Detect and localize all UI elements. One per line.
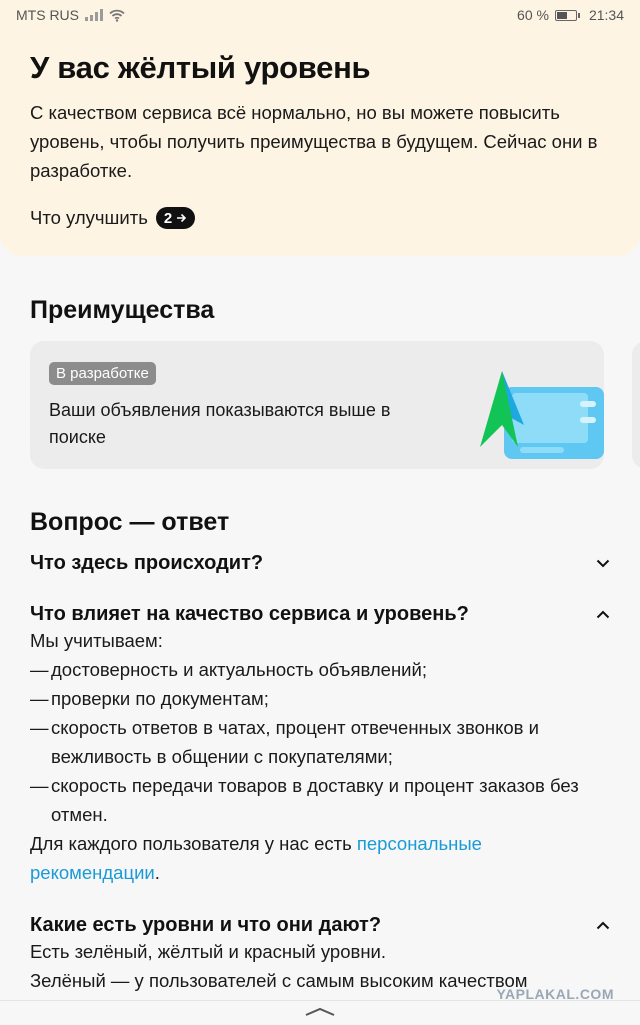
answer-intro: Мы учитываем: xyxy=(30,630,163,651)
benefit-card[interactable]: В разработке Ваши объявления показываютс… xyxy=(30,341,604,469)
next-benefit-card-peek[interactable] xyxy=(632,341,640,469)
faq-question-row[interactable]: Какие есть уровни и что они дают? xyxy=(30,914,610,937)
clock: 21:34 xyxy=(588,7,624,23)
benefits-title: Преимущества xyxy=(30,296,215,324)
benefit-text: Ваши объявления показываются выше в поис… xyxy=(49,400,391,447)
faq-question: Что здесь происходит? xyxy=(30,552,264,574)
faq-title: Вопрос — ответ xyxy=(30,508,230,536)
chevron-up-icon[interactable] xyxy=(596,610,610,619)
faq-question-row[interactable]: Что влияет на качество сервиса и уровень… xyxy=(30,603,610,626)
answer-point: — скорость ответов в чатах, процент отвеч… xyxy=(30,717,539,767)
answer-line: Есть зелёный, жёлтый и красный уровни. xyxy=(30,941,387,962)
battery-icon xyxy=(554,9,580,21)
wifi-icon xyxy=(109,9,125,22)
faq-item[interactable]: Что здесь происходит? xyxy=(30,552,610,575)
chevron-up-icon[interactable] xyxy=(596,921,610,930)
level-description: С качеством сервиса всё нормально, но вы… xyxy=(30,102,598,181)
improve-count-badge: 2 xyxy=(155,207,196,229)
arrow-right-icon xyxy=(177,213,187,223)
faq-answer: Мы учитываем: — достоверность и актуально… xyxy=(30,626,610,887)
search-boost-illustration xyxy=(480,371,604,459)
faq-item-expanded: Что влияет на качество сервиса и уровень… xyxy=(30,603,610,887)
improve-label: Что улучшить xyxy=(30,207,148,228)
navigation-bar xyxy=(0,1000,640,1025)
status-bar: MTS RUS 60 % 21:34 xyxy=(0,0,640,30)
chevron-down-icon[interactable] xyxy=(596,559,610,568)
answer-point: — достоверность и актуальность объявлений… xyxy=(30,659,427,680)
signal-icon xyxy=(85,9,103,21)
carrier-name: MTS RUS xyxy=(16,7,79,23)
level-title: У вас жёлтый уровень xyxy=(30,50,371,85)
swipe-up-chevron-icon[interactable] xyxy=(304,1007,336,1017)
faq-question: Что влияет на качество сервиса и уровень… xyxy=(30,603,469,625)
in-development-badge: В разработке xyxy=(49,362,156,385)
answer-outro: Для каждого пользователя у нас есть перс… xyxy=(30,833,482,883)
answer-point: — проверки по документам; xyxy=(30,688,269,709)
faq-question: Какие есть уровни и что они дают? xyxy=(30,914,382,936)
answer-point: — скорость передачи товаров в доставку и … xyxy=(30,775,579,825)
level-card: У вас жёлтый уровень С качеством сервиса… xyxy=(0,30,640,256)
faq-item-expanded: Какие есть уровни и что они дают? Есть з… xyxy=(30,914,610,995)
improve-link[interactable]: Что улучшить 2 xyxy=(30,207,610,229)
battery-percent: 60 % xyxy=(517,7,549,23)
improve-count: 2 xyxy=(163,209,173,227)
